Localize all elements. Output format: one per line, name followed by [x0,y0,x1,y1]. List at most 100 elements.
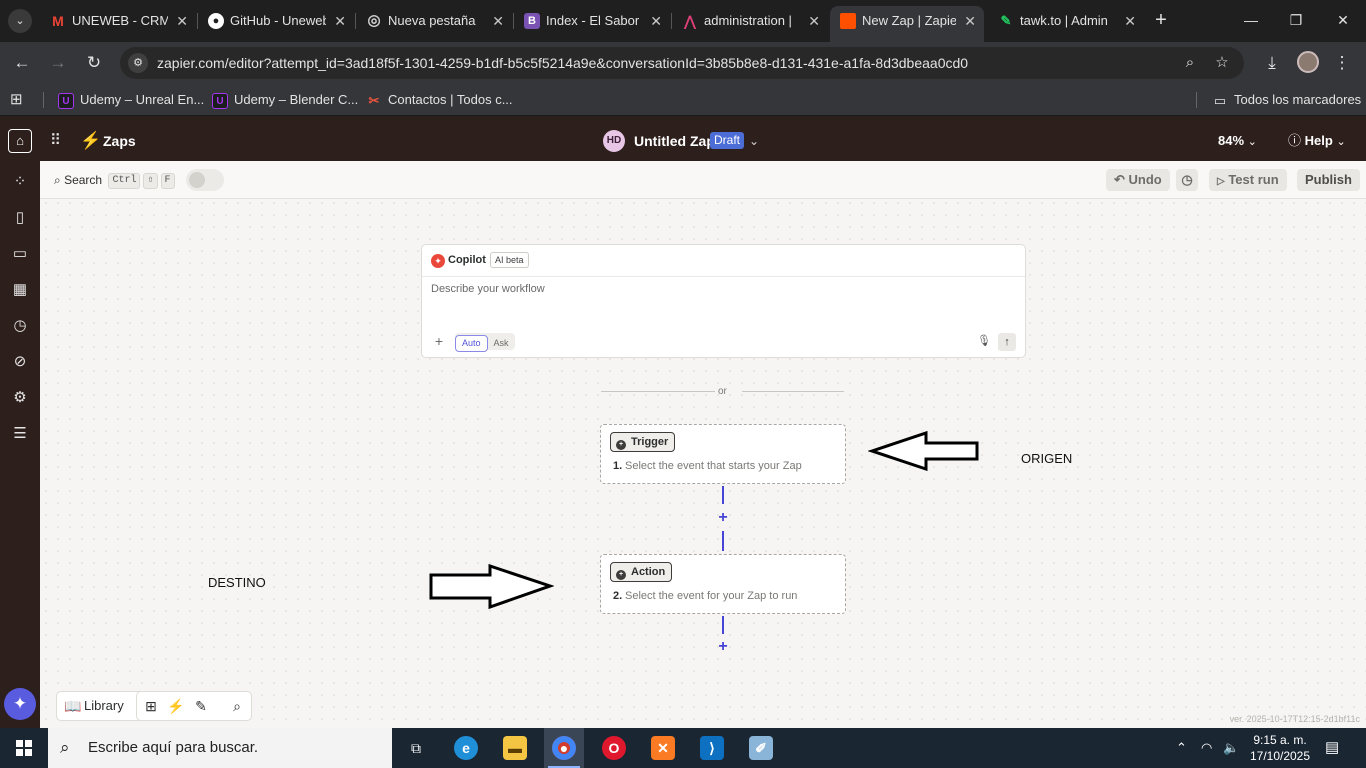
url-text[interactable]: zapier.com/editor?attempt_id=3ad18f5f-13… [157,47,968,79]
close-tab-icon[interactable]: ✕ [964,6,976,36]
browser-tab[interactable]: M UNEWEB - CRM ✕ [40,6,196,36]
action-step-card[interactable]: + Action 2. Select the event for your Zap… [600,554,846,614]
bookmark-star-icon[interactable]: ☆ [1212,53,1232,73]
task-view-icon[interactable]: ⧉ [396,732,436,768]
user-avatar[interactable]: HD [603,130,625,152]
copilot-fab-icon[interactable]: ✦ [4,688,36,720]
chevron-down-icon: ⌄ [1247,136,1257,148]
apps-grid-icon[interactable]: ⊞ [10,84,23,116]
toggle-switch[interactable] [186,169,224,191]
left-sidebar: ⁘ ▯ ▭ ▦ ◷ ⊘ ⚙ ☰ ✦ [0,161,40,728]
bookmark-item[interactable]: ✂ Contactos | Todos c... [366,84,513,116]
taskbar-search[interactable]: ⌕ Escribe aquí para buscar. [48,728,392,768]
copilot-icon: ✦ [431,254,445,268]
close-tab-icon[interactable]: ✕ [334,6,346,36]
close-tab-icon[interactable]: ✕ [808,6,820,36]
draft-status-badge: Draft [710,132,745,149]
profile-avatar[interactable] [1297,51,1319,73]
close-tab-icon[interactable]: ✕ [650,6,662,36]
search-icon[interactable]: ⌕ [227,696,247,716]
mode-selector[interactable]: Auto Ask [455,333,515,352]
vscode-icon[interactable]: ⟩ [692,732,732,768]
bolt-icon[interactable]: ⚡ [166,696,186,716]
file-explorer-icon[interactable]: ▬ [495,732,535,768]
calendar-icon[interactable]: ▦ [9,279,31,301]
history-icon[interactable]: ◷ [1176,169,1198,191]
browser-tab[interactable]: B Index - El Sabor ✕ [514,6,670,36]
close-tab-icon[interactable]: ✕ [176,6,188,36]
restore-icon[interactable]: ❐ [1281,8,1311,32]
tray-chevron-icon[interactable]: ⌃ [1176,728,1187,768]
editor-canvas[interactable]: ⌕ Search Ctrl ⇧ F ↶ Undo ◷ ▷ Test run Publ… [40,161,1366,728]
home-icon[interactable]: ⌂ [8,129,32,153]
file-icon[interactable]: ▯ [9,207,31,229]
comment-icon[interactable]: ▭ [9,243,31,265]
apps-icon[interactable]: ⁘ [9,171,31,193]
site-settings-icon[interactable]: ⚙ [128,53,148,73]
canvas-search[interactable]: ⌕ Search Ctrl ⇧ F [54,169,175,191]
start-button[interactable] [0,728,48,768]
test-run-button[interactable]: ▷ Test run [1209,169,1287,191]
history-icon[interactable]: ◷ [9,315,31,337]
undo-button[interactable]: ↶ Undo [1106,169,1170,191]
back-icon[interactable]: ← [10,51,34,75]
network-icon[interactable]: ◠ [1201,728,1212,768]
system-clock[interactable]: 9:15 a. m. 17/10/2025 [1248,732,1312,764]
zaps-link[interactable]: Zaps [103,121,136,161]
workflow-prompt-input[interactable]: Describe your workflow [431,283,545,295]
action-description: Select the event for your Zap to run [625,590,798,602]
tab-search-chevron-icon[interactable]: ⌄ [8,9,32,33]
mode-auto[interactable]: Auto [455,335,488,352]
notifications-icon[interactable]: ▤ [1325,728,1339,768]
step-connector [722,616,724,634]
download-icon[interactable]: ⤓ [1260,51,1284,75]
zap-title[interactable]: Untitled Zap [634,121,715,161]
trigger-step-card[interactable]: + Trigger 1. Select the event that starts… [600,424,846,484]
browser-tab-active[interactable]: New Zap | Zapier ✕ [830,6,984,42]
browser-menu-icon[interactable]: ⋮ [1330,51,1354,75]
browser-tab[interactable]: ● GitHub - Uneweb ✕ [198,6,354,36]
browser-tab[interactable]: ✎ tawk.to | Admin ✕ [988,6,1144,36]
add-step-icon[interactable]: + [716,510,730,526]
minimize-icon[interactable]: — [1236,8,1266,32]
help-menu[interactable]: ⓘ Help ⌄ [1288,121,1346,162]
paint-icon[interactable]: ✐ [741,732,781,768]
mode-ask[interactable]: Ask [488,335,515,352]
bookmark-item[interactable]: U Udemy – Unreal En... [58,84,204,116]
apps-add-icon[interactable]: ⊞ [141,696,161,716]
forward-icon[interactable]: → [46,51,70,75]
close-tab-icon[interactable]: ✕ [1124,6,1136,36]
tawk-icon: ✎ [1000,13,1012,28]
bookmark-item[interactable]: U Udemy – Blender C... [212,84,358,116]
step-connector [722,531,724,551]
new-tab-icon[interactable]: + [1150,8,1172,32]
destination-annotation: DESTINO [208,575,266,590]
close-window-icon[interactable]: ✕ [1328,8,1358,32]
reload-icon[interactable]: ↻ [82,51,106,75]
left-arrow-annotation [868,430,979,471]
edge-icon[interactable]: e [446,732,486,768]
xampp-icon[interactable]: ✕ [643,732,683,768]
opera-icon[interactable]: O [594,732,634,768]
activity-icon[interactable]: ⊘ [9,351,31,373]
microphone-icon[interactable]: 🎙 [976,333,992,349]
add-attachment-icon[interactable]: + [431,333,447,349]
zoom-level[interactable]: 84% ⌄ [1218,121,1257,162]
send-arrow-icon[interactable]: ↑ [998,333,1016,351]
address-bar[interactable]: ⚙ zapier.com/editor?attempt_id=3ad18f5f-… [120,47,1244,79]
browser-tab[interactable]: ⋀ administration | ✕ [672,6,828,36]
add-step-icon[interactable]: + [716,639,730,655]
settings-gear-icon[interactable]: ⚙ [9,387,31,409]
volume-icon[interactable]: 🔈 [1223,728,1239,768]
chevron-down-icon[interactable]: ⌄ [749,121,759,161]
chrome-taskbar-icon[interactable]: ● [544,728,584,768]
all-bookmarks[interactable]: ▭ Todos los marcadores [1212,84,1361,116]
divider-line [601,391,715,392]
app-grid-icon[interactable]: ⠿ [50,129,70,153]
layers-icon[interactable]: ☰ [9,423,31,445]
browser-tab[interactable]: ◎ Nueva pestaña ✕ [356,6,512,36]
zoom-icon[interactable]: ⌕ [1180,53,1200,73]
wrench-icon[interactable]: ✎ [191,696,211,716]
close-tab-icon[interactable]: ✕ [492,6,504,36]
publish-button[interactable]: Publish [1297,169,1360,191]
